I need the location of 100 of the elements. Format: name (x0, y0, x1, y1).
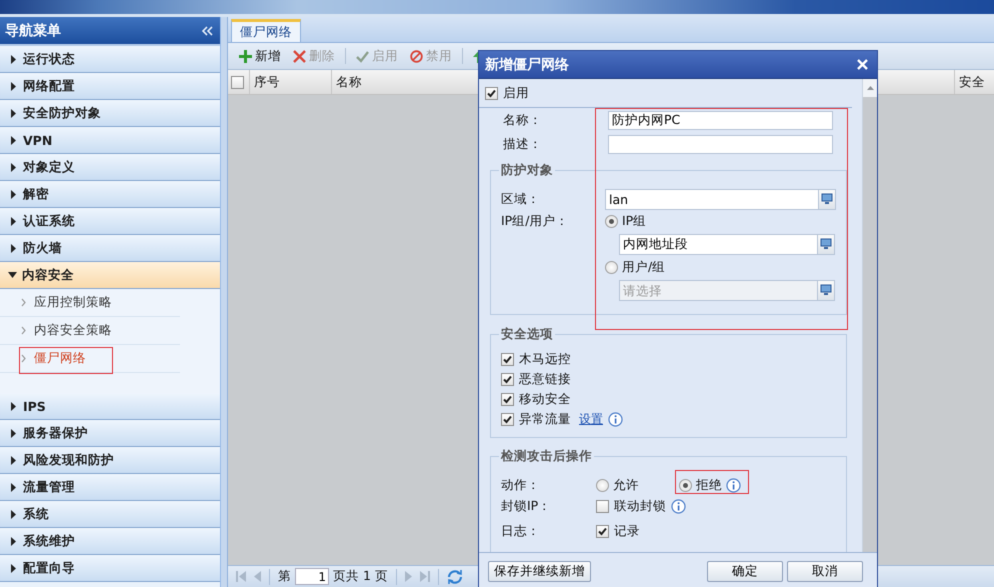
field-label: 动作： (501, 477, 541, 494)
combo-field[interactable]: lan (605, 188, 818, 210)
close-icon (293, 50, 306, 62)
field-label: 区域： (501, 190, 541, 208)
option-label: 联动封锁 (614, 498, 666, 515)
checkbox[interactable] (501, 392, 514, 406)
caret-right-icon (11, 456, 16, 464)
caret-right-icon (11, 402, 16, 410)
sidebar-title: 导航菜单 (5, 22, 61, 40)
combo-field[interactable]: 内网地址段 (619, 234, 817, 254)
checkbox[interactable] (501, 352, 514, 366)
caret-right-icon (11, 216, 16, 226)
scroll-up-icon (866, 86, 874, 90)
toolbar-button[interactable]: 新增 (234, 45, 286, 67)
sidebar-subitem[interactable]: 应用控制策略 (0, 289, 180, 317)
caret-right-icon (11, 482, 16, 492)
caret-right-icon (11, 536, 16, 546)
pager-label: 页共 1 页 (333, 568, 388, 585)
caret-right-icon (11, 564, 16, 572)
column-header[interactable]: 序号 (250, 70, 332, 94)
refresh-icon[interactable] (446, 568, 463, 584)
option-label: 启用 (503, 84, 529, 102)
field-label: 名称： (502, 112, 543, 128)
field-label: 描述： (502, 136, 543, 152)
sidebar-item[interactable]: 解密 (0, 181, 220, 208)
checkbox[interactable] (501, 372, 514, 386)
sidebar-subitem[interactable]: 内容安全策略 (0, 317, 180, 345)
group-title: 安全选项 (500, 326, 554, 343)
field-label: IP组/用户： (501, 212, 570, 230)
caret-right-icon (11, 108, 16, 118)
sidebar-item[interactable]: 对象定义 (0, 154, 220, 181)
checkbox[interactable] (596, 500, 609, 513)
monitor-icon (820, 284, 832, 296)
chevron-right-icon (21, 326, 26, 335)
checkmark-icon (356, 50, 369, 62)
pager-label: 第 (278, 568, 291, 585)
sidebar-item[interactable]: 系统 (0, 501, 220, 528)
option-label: 记录 (614, 523, 640, 540)
monitor-icon (821, 193, 833, 205)
dialog-button[interactable]: 确定 (707, 561, 783, 582)
tab[interactable]: 僵尸网络 (231, 19, 301, 42)
sidebar-item[interactable]: 流量管理 (0, 474, 220, 501)
group-title: 防护对象 (500, 162, 554, 179)
option-label: 用户/组 (622, 258, 666, 276)
plus-icon (239, 50, 252, 62)
settings-link[interactable]: 设置 (579, 410, 603, 428)
sidebar-item[interactable]: 内容安全 (0, 262, 220, 289)
group-title: 检测攻击后操作 (500, 448, 593, 465)
picker-button[interactable] (818, 188, 836, 210)
option-label: 移动安全 (519, 390, 571, 408)
caret-right-icon (11, 162, 16, 172)
dialog-button[interactable]: 保存并继续新增 (488, 561, 591, 582)
sidebar-item[interactable]: 风险发现和防护 (0, 447, 220, 474)
sidebar-item[interactable]: VPN (0, 127, 220, 154)
chevron-right-icon (21, 298, 26, 307)
caret-right-icon (11, 190, 16, 198)
option-label: 允许 (613, 477, 639, 494)
caret-right-icon (11, 82, 16, 90)
text-field[interactable] (608, 134, 833, 154)
radio-button[interactable] (679, 479, 692, 492)
sidebar-item[interactable]: 网络配置 (0, 73, 220, 100)
option-label: 恶意链接 (519, 370, 571, 388)
sidebar-item[interactable]: 防火墙 (0, 235, 220, 262)
sidebar-item[interactable]: 认证系统 (0, 208, 220, 235)
caret-right-icon (11, 136, 16, 144)
sidebar-item[interactable]: 安全防护对象 (0, 100, 220, 127)
sidebar-item[interactable]: 配置向导 (0, 555, 220, 582)
sidebar-item[interactable]: 服务器保护 (0, 420, 220, 447)
field-label: 日志： (501, 523, 541, 540)
checkbox[interactable] (231, 76, 244, 88)
sidebar-item[interactable]: 运行状态 (0, 46, 220, 73)
caret-right-icon (11, 510, 16, 518)
sidebar-item[interactable]: IPS (0, 393, 220, 420)
dialog-button[interactable]: 取消 (787, 561, 863, 582)
page-number-field[interactable]: 1 (295, 568, 329, 585)
checkbox[interactable] (596, 525, 609, 538)
column-header[interactable]: 安全 (955, 70, 994, 94)
radio-button[interactable] (605, 214, 618, 228)
caret-right-icon (11, 428, 16, 438)
text-field[interactable]: 防护内网PC (608, 110, 833, 130)
close-icon[interactable] (857, 59, 868, 70)
sidebar-item[interactable]: 系统维护 (0, 528, 220, 555)
sidebar-subitem[interactable]: 僵尸网络 (0, 345, 180, 373)
dialog-title: 新增僵尸网络 (485, 56, 569, 74)
checkbox[interactable] (501, 412, 514, 426)
radio-button[interactable] (605, 260, 618, 274)
option-label: 异常流量 (519, 410, 571, 428)
field-label: 封锁IP： (501, 498, 552, 515)
checkbox[interactable] (485, 86, 498, 100)
option-label: IP组 (622, 212, 646, 230)
caret-right-icon (11, 244, 16, 252)
option-label: 木马远控 (519, 350, 571, 368)
option-label: 拒绝 (696, 477, 722, 494)
scrollbar[interactable] (862, 79, 877, 552)
radio-button[interactable] (596, 479, 609, 492)
caret-right-icon (11, 54, 16, 64)
picker-button[interactable] (817, 280, 835, 300)
collapse-icon[interactable] (201, 26, 213, 36)
prohibited-icon (410, 50, 423, 62)
picker-button[interactable] (817, 234, 835, 254)
